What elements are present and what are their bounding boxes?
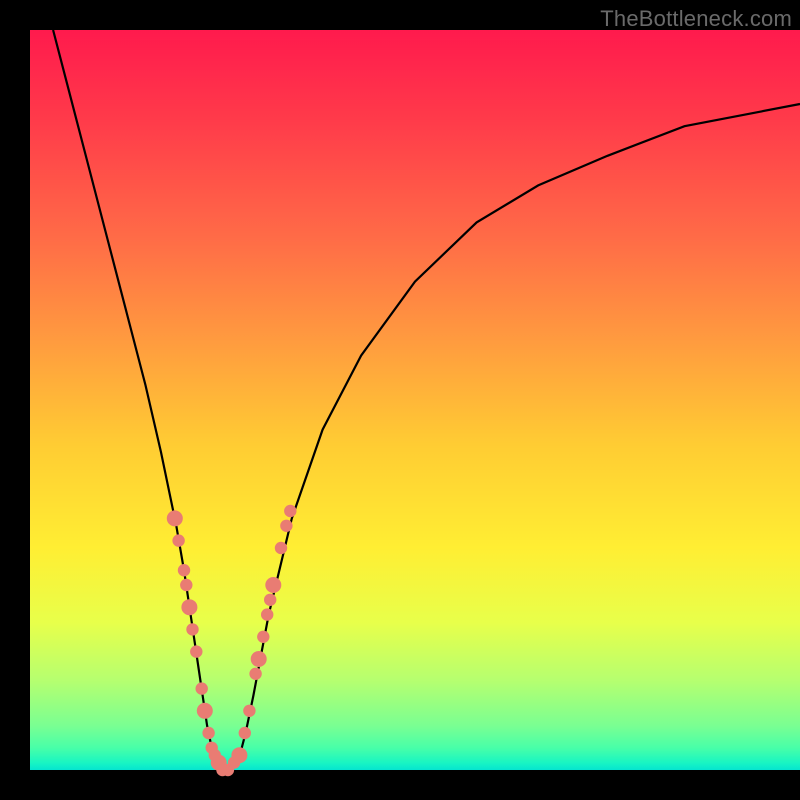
data-marker [180,579,192,591]
data-marker [280,520,292,532]
bottleneck-curve-path [53,30,800,770]
chart-frame: TheBottleneck.com [0,0,800,800]
data-marker [265,577,281,593]
marker-group [167,505,297,776]
data-marker [186,623,198,635]
data-marker [202,727,214,739]
data-marker [257,631,269,643]
data-marker [275,542,287,554]
data-marker [172,534,184,546]
data-marker [167,510,183,526]
data-marker [249,668,261,680]
data-marker [239,727,251,739]
watermark: TheBottleneck.com [600,6,792,32]
data-marker [251,651,267,667]
data-marker [178,564,190,576]
data-marker [190,645,202,657]
data-marker [243,705,255,717]
data-marker [231,747,247,763]
data-marker [197,703,213,719]
data-marker [196,682,208,694]
data-marker [181,599,197,615]
data-marker [284,505,296,517]
data-marker [261,608,273,620]
data-marker [264,594,276,606]
plot-area [30,30,800,770]
bottleneck-curve-svg [30,30,800,770]
